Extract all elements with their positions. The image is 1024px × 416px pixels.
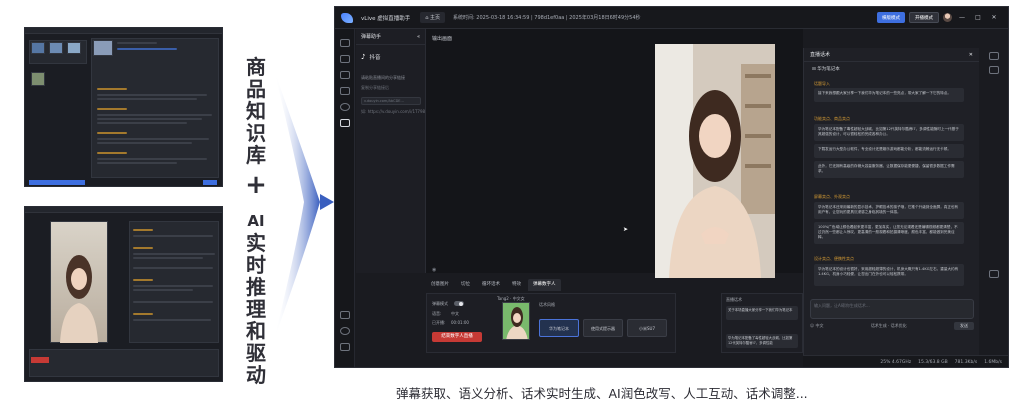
live-console-thumbnail bbox=[24, 206, 223, 382]
tiktok-icon: ♪ bbox=[361, 53, 366, 61]
home-button[interactable]: ⌂ 主页 bbox=[420, 12, 446, 23]
tab-barrage-avatar[interactable]: 弹幕数字人 bbox=[528, 279, 561, 291]
minimize-icon[interactable]: — bbox=[956, 14, 968, 21]
chat-icon[interactable] bbox=[340, 55, 350, 63]
script-card[interactable]: 接下来我想跟大家分享一下我们华为笔记本的一些亮点，带大家了解一下它的特点。 bbox=[814, 88, 964, 102]
flow-arrow-icon bbox=[274, 70, 334, 340]
barrage-title: 直播话术 bbox=[726, 297, 742, 302]
avatar-thumbnail-icon bbox=[506, 307, 528, 339]
expand-icon[interactable] bbox=[340, 343, 350, 351]
live-time-value: 00:01:00 bbox=[451, 320, 469, 325]
tab-creative-images[interactable]: 创意图片 bbox=[426, 279, 454, 291]
link-hint-2: 复制分享链接后 bbox=[361, 85, 389, 90]
play-icon[interactable] bbox=[989, 66, 999, 74]
language-selector[interactable]: ☺ 中文 bbox=[810, 323, 823, 329]
system-info: 系统时间: 2025-03-18 16:34:59 | 798d1ef0aa |… bbox=[453, 15, 641, 21]
icon-sidebar bbox=[335, 29, 355, 367]
section-category: 话题导入 bbox=[814, 81, 830, 86]
barrage-icon[interactable] bbox=[340, 39, 350, 47]
presenter-image-icon bbox=[655, 44, 775, 278]
preview-label: 输出画面 bbox=[432, 36, 453, 42]
toggle-label: 弹幕模式 bbox=[432, 301, 448, 306]
live-time-label: 已开播: bbox=[432, 320, 446, 325]
app-logo-icon bbox=[341, 12, 353, 23]
slide: 商 品 知 识 库 + AI 实 时 推 理 和 驱 动 vLive 虚拟直播助… bbox=[0, 0, 1024, 416]
style-option-xiaomi[interactable]: 小米SU7 bbox=[627, 319, 667, 337]
app-name: vLive 虚拟直播助手 bbox=[361, 15, 411, 22]
close-panel-icon[interactable]: ✕ bbox=[969, 52, 973, 58]
feature-caption: 弹幕获取、语义分析、话术实时生成、AI润色改写、人工互动、话术调整... bbox=[396, 386, 808, 401]
send-button[interactable]: 发送 bbox=[954, 322, 974, 330]
section-category: 屏幕卖点、外观卖点 bbox=[814, 194, 850, 199]
title-bar: vLive 虚拟直播助手 ⌂ 主页 系统时间: 2025-03-18 16:34… bbox=[335, 7, 1008, 29]
monitor-icon[interactable] bbox=[340, 87, 350, 95]
layers-icon[interactable] bbox=[340, 71, 350, 79]
upload-speed: 781.3Kb/s bbox=[954, 360, 978, 365]
script-card[interactable]: 100%广色域让颜色看起来更丰富，更加真实，让您无论观看还是编辑视频都更清楚，不… bbox=[814, 222, 964, 244]
output-preview: 输出画面 ➤ ◉ bbox=[426, 29, 803, 278]
tab-effects[interactable]: 特效 bbox=[507, 279, 526, 291]
panel-title: 弹幕助手 bbox=[361, 34, 382, 40]
barrage-script-list: 直播话术 关于本场直播大家分享一下我们华为笔记本 华为笔记本配备了毒性超轻大战城… bbox=[721, 293, 803, 353]
script-panel: 直播话术 ✕ ⊟ 华为笔记本 话题导入 接下来我想跟大家分享一下我们华为笔记本的… bbox=[803, 48, 979, 367]
live-mode-button[interactable]: 开播模式 bbox=[909, 12, 939, 23]
section-category: 设计卖点、便携性卖点 bbox=[814, 256, 854, 261]
product-name: ⊟ 华为笔记本 bbox=[812, 67, 840, 72]
style-option-prompter[interactable]: 使用式提示器 bbox=[583, 319, 623, 337]
download-speed: 1.6Mb/s bbox=[984, 360, 1002, 365]
voice-label: 语音: bbox=[432, 311, 442, 316]
maximize-icon[interactable]: □ bbox=[972, 14, 984, 21]
avatar[interactable] bbox=[943, 13, 952, 22]
script-card[interactable]: 华为笔记本的设计也很好，采用超轻超薄的设计，机身大概只有1.4KG左右，重量大约… bbox=[814, 264, 964, 286]
style-option-huawei[interactable]: 华为笔记本 bbox=[539, 319, 579, 337]
image-icon[interactable] bbox=[989, 270, 999, 278]
script-card[interactable]: 下载发运行大型办公软件，专业设计还是娱乐游戏都能分析，都能流畅运行无卡顿。 bbox=[814, 144, 964, 158]
gear-icon[interactable] bbox=[340, 327, 350, 335]
link-example: 如: https://v.douyin.com/i/1T798 bbox=[361, 109, 426, 114]
script-card[interactable]: 华为笔记本还采用最新的显示技术，护眼技术的孩子哦，它推个升级到全面屏，真正也有用… bbox=[814, 202, 964, 219]
landscape-mode-button[interactable]: 横版模式 bbox=[877, 12, 905, 23]
script-card[interactable]: 此外，它还拥有高级的存储大容量服务器，让数据保存能更便捷，保留很多数据工作需求。 bbox=[814, 161, 964, 178]
panel-toggle-icon[interactable] bbox=[989, 52, 999, 60]
tab-loop-script[interactable]: 循环话术 bbox=[477, 279, 505, 291]
mode-hint: 话术生成 · 话术优化 bbox=[870, 323, 907, 328]
tab-switch[interactable]: 切位 bbox=[456, 279, 475, 291]
end-live-button[interactable]: 结束数字人直播 bbox=[432, 332, 482, 342]
close-icon[interactable]: ✕ bbox=[988, 14, 1000, 21]
document-icon[interactable] bbox=[340, 119, 350, 127]
cpu-usage: 25% 4.67GHz bbox=[880, 360, 912, 365]
presenter-video bbox=[655, 44, 775, 278]
phone-icon[interactable] bbox=[340, 311, 350, 319]
script-card[interactable]: 华为笔记本配备了毒性超轻大战城，比如第12代英特尔酷睿i7，多调性能随时上一代基… bbox=[814, 124, 964, 141]
mouse-cursor-icon: ➤ bbox=[623, 226, 629, 233]
barrage-assistant-panel: 弹幕助手 « ♪ 抖音 请粘贴直播间的分享链接 复制分享链接后 v.douyin… bbox=[356, 29, 426, 273]
voice-value: 中文 bbox=[451, 311, 459, 316]
knowledge-base-thumbnail bbox=[24, 27, 223, 187]
right-toolbar bbox=[980, 48, 1008, 367]
app-window: vLive 虚拟直播助手 ⌂ 主页 系统时间: 2025-03-18 16:34… bbox=[334, 6, 1009, 368]
platform-name[interactable]: 抖音 bbox=[369, 53, 380, 61]
barrage-card[interactable]: 关于本场直播大家分享一下我们华为笔记本 bbox=[726, 306, 798, 320]
avatar-control-panel: 弹幕模式 语音: 中文 已开播: 00:01:00 结束数字人直播 Tang2 … bbox=[426, 293, 676, 353]
eye-icon[interactable]: ◉ bbox=[432, 267, 436, 273]
style-label: 话术风格 bbox=[539, 302, 555, 307]
barrage-mode-toggle[interactable] bbox=[454, 301, 464, 306]
link-hint: 请粘贴直播间的分享链接 bbox=[361, 75, 405, 80]
collapse-icon[interactable]: « bbox=[417, 34, 420, 40]
globe-icon[interactable] bbox=[340, 103, 350, 111]
section-category: 功能卖点、商品卖点 bbox=[814, 116, 850, 121]
share-link-input[interactable]: v.douyin.com/AbCDE... bbox=[361, 97, 421, 105]
presenter-thumbnail-icon bbox=[60, 255, 98, 343]
avatar-thumbnail[interactable] bbox=[502, 302, 530, 340]
ai-prompt-input[interactable]: 输入问题，让AI帮你生成话术... bbox=[810, 299, 974, 319]
script-panel-title: 直播话术 bbox=[810, 52, 831, 58]
barrage-card[interactable]: 华为笔记本配备了毒性超轻大战城，比如第12代英特尔酷睿i7，多调性能 bbox=[726, 334, 798, 348]
function-tabs: 创意图片 切位 循环话术 特效 弹幕数字人 bbox=[426, 279, 676, 291]
status-bar: 25% 4.67GHz 15.3/63.8 GB 781.3Kb/s 1.6Mb… bbox=[803, 355, 1008, 367]
memory-usage: 15.3/63.8 GB bbox=[918, 360, 948, 365]
